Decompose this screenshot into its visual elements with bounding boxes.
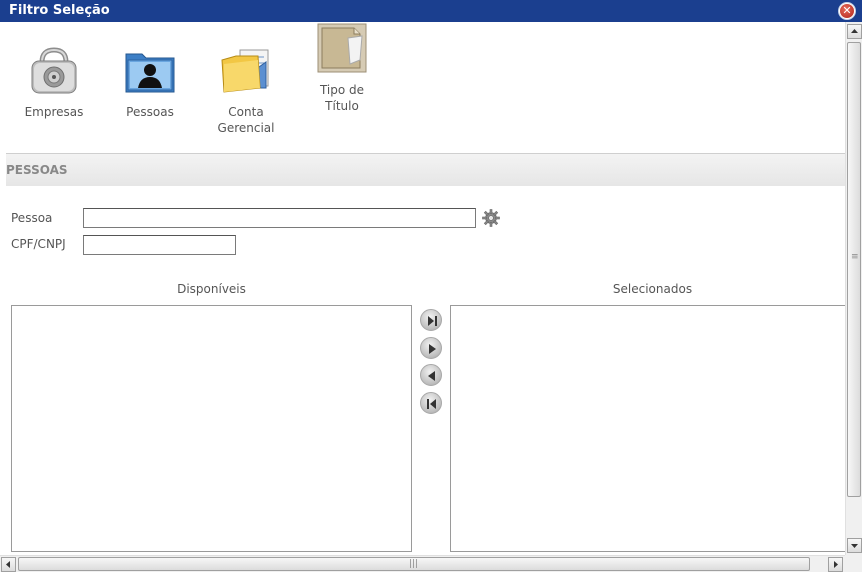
tool-conta-gerencial[interactable]: Conta Gerencial [206,42,286,136]
dialog-titlebar: Filtro Seleção ✕ [0,0,862,22]
dialog-content: Empresas Pessoas Conta Gerencial Tipo de… [0,22,845,555]
move-right-button[interactable] [420,337,442,359]
tool-pessoas[interactable]: Pessoas [110,42,190,120]
cpf-cnpj-label: CPF/CNPJ [11,237,66,251]
arrow-right-icon [834,561,838,568]
available-listbox[interactable] [11,305,412,552]
tool-tipo-de-titulo[interactable]: Tipo de Título [302,23,382,114]
close-icon: ✕ [840,4,854,18]
scroll-down-button[interactable] [847,538,862,553]
horizontal-scroll-thumb[interactable]: ||| [18,557,810,571]
filter-type-toolbar: Empresas Pessoas Conta Gerencial Tipo de… [0,22,845,153]
arrow-left-icon [6,561,10,568]
available-list-title: Disponíveis [177,282,246,296]
tool-tipo-de-titulo-label: Tipo de Título [319,83,365,113]
move-all-right-button[interactable] [420,309,442,331]
scroll-right-button[interactable] [828,557,843,572]
scroll-grip-icon: ≡ [851,252,859,262]
gear-icon[interactable] [482,209,500,227]
move-left-button[interactable] [420,364,442,386]
move-all-left-button[interactable] [420,392,442,414]
tool-pessoas-label: Pessoas [126,105,174,119]
dialog-title: Filtro Seleção [9,3,110,18]
selected-listbox[interactable] [450,305,845,552]
folder-accounts-icon [218,42,274,98]
scroll-grip-icon: ||| [409,559,419,569]
selected-list-title: Selecionados [612,282,693,296]
scroll-corner [845,555,862,572]
horizontal-scrollbar[interactable]: ||| [0,555,845,572]
move-left-icon [428,371,435,381]
arrow-up-icon [851,29,858,33]
safe-lock-icon [26,42,82,98]
tool-empresas-label: Empresas [24,105,84,119]
close-button[interactable]: ✕ [838,2,856,20]
move-right-icon [429,344,436,354]
document-folder-icon [314,22,370,76]
arrow-down-icon [851,544,858,548]
section-header: PESSOAS [6,154,845,186]
vertical-scroll-thumb[interactable]: ≡ [847,42,861,497]
vertical-scrollbar[interactable]: ≡ [845,22,862,555]
person-folder-icon [122,42,178,98]
cpf-cnpj-input[interactable] [83,235,236,255]
scroll-left-button[interactable] [1,557,16,572]
pessoa-label: Pessoa [11,211,53,225]
pessoa-input[interactable] [83,208,476,228]
tool-empresas[interactable]: Empresas [14,42,94,120]
tool-conta-gerencial-label: Conta Gerencial [217,105,275,135]
scroll-up-button[interactable] [847,24,862,39]
section-title: PESSOAS [6,163,68,177]
filter-dialog: Filtro Seleção ✕ Empresas Pessoas Conta … [0,0,862,572]
move-all-right-icon [428,316,437,326]
move-all-left-icon [427,399,436,409]
